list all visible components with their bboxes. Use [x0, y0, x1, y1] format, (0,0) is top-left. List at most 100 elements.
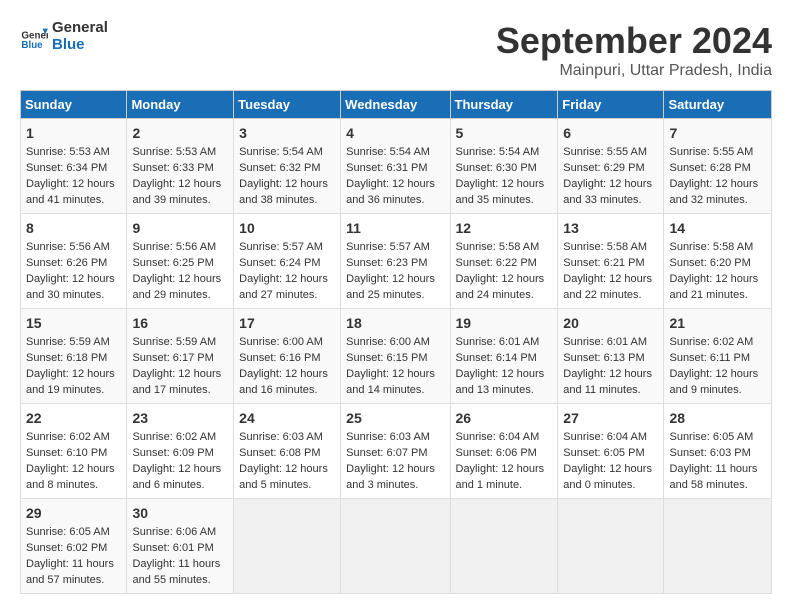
sunset: Sunset: 6:14 PM	[456, 352, 537, 364]
location: Mainpuri, Uttar Pradesh, India	[496, 62, 772, 80]
day-number: 15	[26, 313, 121, 333]
table-row: 4 Sunrise: 5:54 AM Sunset: 6:31 PM Daylight…	[341, 119, 450, 214]
sunset: Sunset: 6:03 PM	[669, 447, 750, 459]
table-row	[234, 499, 341, 594]
sunrise: Sunrise: 5:53 AM	[26, 146, 110, 158]
sunrise: Sunrise: 5:54 AM	[239, 146, 323, 158]
day-number: 4	[346, 123, 444, 143]
day-number: 8	[26, 218, 121, 238]
daylight: Daylight: 12 hours and 16 minutes.	[239, 368, 328, 396]
calendar-table: Sunday Monday Tuesday Wednesday Thursday…	[20, 90, 772, 594]
sunrise: Sunrise: 5:54 AM	[456, 146, 540, 158]
sunrise: Sunrise: 5:59 AM	[132, 336, 216, 348]
table-row: 9Sunrise: 5:56 AMSunset: 6:25 PMDaylight…	[127, 214, 234, 309]
daylight: Daylight: 12 hours and 19 minutes.	[26, 368, 115, 396]
daylight: Daylight: 12 hours and 32 minutes.	[669, 178, 758, 206]
table-row: 5Sunrise: 5:54 AMSunset: 6:30 PMDaylight…	[450, 119, 558, 214]
sunrise: Sunrise: 6:03 AM	[346, 431, 430, 443]
table-row: 13Sunrise: 5:58 AMSunset: 6:21 PMDayligh…	[558, 214, 664, 309]
daylight: Daylight: 12 hours and 0 minutes.	[563, 463, 652, 491]
sunrise: Sunrise: 6:03 AM	[239, 431, 323, 443]
sunset: Sunset: 6:22 PM	[456, 257, 537, 269]
header-tuesday: Tuesday	[234, 91, 341, 119]
table-row: 12 Sunrise: 5:58 AM Sunset: 6:22 PM Dayligh…	[450, 214, 558, 309]
daylight: Daylight: 12 hours and 6 minutes.	[132, 463, 221, 491]
table-row: 7Sunrise: 5:55 AMSunset: 6:28 PMDaylight…	[664, 119, 772, 214]
sunset: Sunset: 6:15 PM	[346, 352, 427, 364]
table-row: 19Sunrise: 6:01 AMSunset: 6:14 PMDayligh…	[450, 309, 558, 404]
sunset: Sunset: 6:30 PM	[456, 162, 537, 174]
table-row: 11Sunrise: 5:57 AMSunset: 6:23 PMDayligh…	[341, 214, 450, 309]
sunrise: Sunrise: 6:06 AM	[132, 526, 216, 538]
sunset: Sunset: 6:28 PM	[669, 162, 750, 174]
sunset: Sunset: 6:05 PM	[563, 447, 644, 459]
month-title: September 2024	[496, 20, 772, 62]
daylight: Daylight: 12 hours and 36 minutes.	[346, 178, 435, 206]
sunrise: Sunrise: 6:02 AM	[26, 431, 110, 443]
table-row: 15Sunrise: 5:59 AMSunset: 6:18 PMDayligh…	[21, 309, 127, 404]
sunrise: Sunrise: 6:02 AM	[132, 431, 216, 443]
sunrise: Sunrise: 5:58 AM	[456, 241, 540, 253]
sunrise: Sunrise: 5:55 AM	[563, 146, 647, 158]
sunrise: Sunrise: 5:56 AM	[132, 241, 216, 253]
daylight: Daylight: 12 hours and 25 minutes.	[346, 273, 435, 301]
table-row: 8Sunrise: 5:56 AMSunset: 6:26 PMDaylight…	[21, 214, 127, 309]
table-row: 28Sunrise: 6:05 AMSunset: 6:03 PMDayligh…	[664, 404, 772, 499]
logo-icon: General Blue	[20, 23, 48, 51]
day-number: 18	[346, 313, 444, 333]
day-number: 11	[346, 218, 444, 238]
table-row: 17Sunrise: 6:00 AMSunset: 6:16 PMDayligh…	[234, 309, 341, 404]
table-row: 21Sunrise: 6:02 AMSunset: 6:11 PMDayligh…	[664, 309, 772, 404]
day-number: 28	[669, 408, 766, 428]
table-row: 24Sunrise: 6:03 AMSunset: 6:08 PMDayligh…	[234, 404, 341, 499]
sunrise: Sunrise: 5:58 AM	[669, 241, 753, 253]
sunset: Sunset: 6:31 PM	[346, 162, 427, 174]
table-row: 22Sunrise: 6:02 AMSunset: 6:10 PMDayligh…	[21, 404, 127, 499]
header-wednesday: Wednesday	[341, 91, 450, 119]
day-number: 25	[346, 408, 444, 428]
table-row: 10Sunrise: 5:57 AMSunset: 6:24 PMDayligh…	[234, 214, 341, 309]
header-sunday: Sunday	[21, 91, 127, 119]
sunset: Sunset: 6:25 PM	[132, 257, 213, 269]
sunrise: Sunrise: 5:59 AM	[26, 336, 110, 348]
sunrise: Sunrise: 6:01 AM	[563, 336, 647, 348]
sunset: Sunset: 6:33 PM	[132, 162, 213, 174]
day-number: 12	[456, 218, 553, 238]
table-row: 1Sunrise: 5:53 AMSunset: 6:34 PMDaylight…	[21, 119, 127, 214]
table-row: 23Sunrise: 6:02 AMSunset: 6:09 PMDayligh…	[127, 404, 234, 499]
sunrise: Sunrise: 6:02 AM	[669, 336, 753, 348]
daylight: Daylight: 12 hours and 9 minutes.	[669, 368, 758, 396]
sunset: Sunset: 6:29 PM	[563, 162, 644, 174]
table-row: 3Sunrise: 5:54 AMSunset: 6:32 PMDaylight…	[234, 119, 341, 214]
daylight: Daylight: 12 hours and 24 minutes.	[456, 273, 545, 301]
title-block: September 2024 Mainpuri, Uttar Pradesh, …	[496, 20, 772, 80]
daylight: Daylight: 12 hours and 38 minutes.	[239, 178, 328, 206]
sunrise: Sunrise: 6:01 AM	[456, 336, 540, 348]
header-monday: Monday	[127, 91, 234, 119]
sunset: Sunset: 6:11 PM	[669, 352, 750, 364]
sunrise: Sunrise: 5:57 AM	[346, 241, 430, 253]
table-row: 30Sunrise: 6:06 AMSunset: 6:01 PMDayligh…	[127, 499, 234, 594]
table-row	[664, 499, 772, 594]
day-number: 22	[26, 408, 121, 428]
daylight: Daylight: 12 hours and 11 minutes.	[563, 368, 652, 396]
daylight: Daylight: 12 hours and 8 minutes.	[26, 463, 115, 491]
table-row	[341, 499, 450, 594]
sunset: Sunset: 6:13 PM	[563, 352, 644, 364]
sunrise: Sunrise: 6:05 AM	[669, 431, 753, 443]
sunrise: Sunrise: 5:53 AM	[132, 146, 216, 158]
daylight: Daylight: 12 hours and 41 minutes.	[26, 178, 115, 206]
day-number: 17	[239, 313, 335, 333]
header-saturday: Saturday	[664, 91, 772, 119]
daylight: Daylight: 12 hours and 1 minute.	[456, 463, 545, 491]
day-number: 14	[669, 218, 766, 238]
day-number: 30	[132, 503, 228, 523]
day-number: 10	[239, 218, 335, 238]
sunrise: Sunrise: 6:00 AM	[346, 336, 430, 348]
day-number: 24	[239, 408, 335, 428]
sunrise: Sunrise: 6:04 AM	[563, 431, 647, 443]
sunrise: Sunrise: 5:54 AM	[346, 146, 430, 158]
sunset: Sunset: 6:32 PM	[239, 162, 320, 174]
table-row: 29Sunrise: 6:05 AMSunset: 6:02 PMDayligh…	[21, 499, 127, 594]
sunset: Sunset: 6:16 PM	[239, 352, 320, 364]
